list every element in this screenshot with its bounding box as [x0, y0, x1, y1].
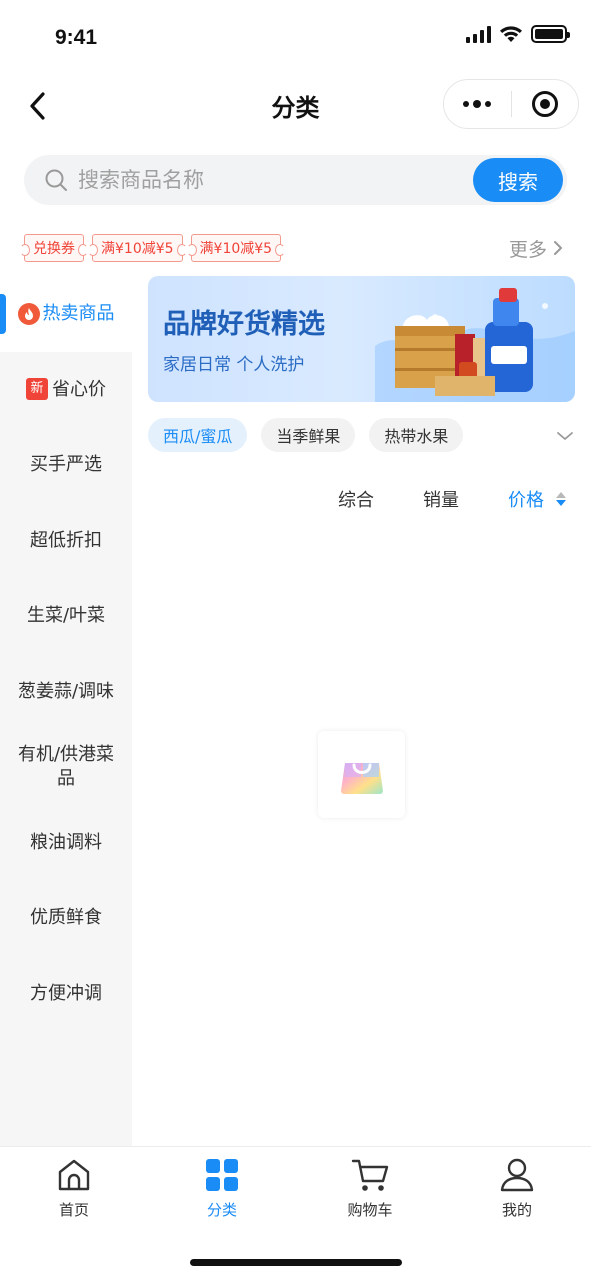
search-bar: 搜索 — [24, 155, 567, 205]
tab-category[interactable]: 分类 — [148, 1157, 296, 1220]
tab-cart[interactable]: 购物车 — [296, 1157, 444, 1220]
sidebar-item-grain-oil[interactable]: 粮油调料 — [0, 805, 132, 881]
more-coupons-link[interactable]: 更多 — [509, 234, 563, 262]
chip-watermelon[interactable]: 西瓜/蜜瓜 — [148, 418, 248, 452]
miniprogram-capsule — [443, 79, 579, 129]
chip-seasonal-fruit[interactable]: 当季鲜果 — [261, 418, 356, 452]
tab-label: 我的 — [501, 1201, 532, 1219]
expand-chips-button[interactable] — [553, 424, 577, 448]
status-time: 9:41 — [55, 26, 98, 49]
chip-tropical-fruit[interactable]: 热带水果 — [369, 418, 464, 452]
search-input[interactable] — [78, 164, 458, 196]
tab-home[interactable]: 首页 — [0, 1157, 148, 1220]
sidebar-item-label: 热卖商品 — [42, 303, 115, 325]
sidebar-item-label: 生菜/叶菜 — [26, 605, 106, 627]
sidebar-item-label: 超低折扣 — [30, 529, 102, 551]
sidebar-item-label: 有机/供港菜品 — [17, 744, 115, 789]
shopping-bag-icon — [340, 762, 383, 794]
nav-bar: 分类 — [0, 78, 591, 132]
search-button[interactable]: 搜索 — [473, 158, 563, 202]
fire-icon — [17, 302, 40, 325]
battery-icon — [531, 25, 570, 43]
tab-bar: 首页 分类 购物车 我的 — [0, 1146, 591, 1280]
sort-overall[interactable]: 综合 — [338, 486, 374, 512]
tab-label: 首页 — [58, 1201, 89, 1219]
sort-price[interactable]: 价格 — [508, 486, 566, 512]
more-label: 更多 — [508, 238, 547, 261]
sort-price-label: 价格 — [508, 490, 544, 511]
sidebar-item-leafy-greens[interactable]: 生菜/叶菜 — [0, 578, 132, 654]
sidebar-item-label: 买手严选 — [30, 454, 102, 476]
coupon-exchange[interactable]: 兑换券 — [20, 234, 88, 262]
tab-label: 分类 — [206, 1201, 237, 1219]
sidebar-item-label: 葱姜蒜/调味 — [17, 680, 115, 702]
sidebar-item-buyer-picks[interactable]: 买手严选 — [0, 427, 132, 503]
category-sidebar: 热卖商品 新 省心价 买手严选 超低折扣 生菜/叶菜 葱姜蒜/调味 有机/供港菜… — [0, 276, 132, 1146]
tab-profile[interactable]: 我的 — [443, 1157, 591, 1220]
banner-subtitle: 家居日常 个人洗护 — [163, 355, 305, 375]
promo-banner[interactable]: 品牌好货精选 家居日常 个人洗护 — [148, 276, 575, 402]
sidebar-item-label: 省心价 — [52, 378, 106, 400]
coupon-discount[interactable]: 满¥10减¥5 — [88, 234, 187, 262]
chevron-right-icon — [554, 241, 562, 255]
sidebar-item-fresh-food[interactable]: 优质鲜食 — [0, 880, 132, 956]
sort-arrows-icon — [556, 492, 566, 506]
sidebar-item-label: 优质鲜食 — [30, 907, 102, 929]
user-icon — [500, 1158, 534, 1192]
target-icon — [531, 91, 558, 117]
coupon-discount[interactable]: 满¥10减¥5 — [186, 234, 285, 262]
sidebar-item-label: 方便冲调 — [30, 982, 102, 1004]
wifi-icon — [500, 26, 522, 42]
category-icon — [206, 1159, 238, 1191]
cart-icon — [351, 1159, 389, 1191]
home-icon — [58, 1159, 90, 1191]
home-indicator — [190, 1259, 402, 1266]
sidebar-item-seasoning[interactable]: 葱姜蒜/调味 — [0, 654, 132, 730]
more-options-button[interactable] — [444, 80, 511, 128]
sort-bar: 综合 销量 价格 — [148, 480, 575, 516]
sort-sales[interactable]: 销量 — [423, 486, 459, 512]
sidebar-item-hot[interactable]: 热卖商品 — [0, 276, 132, 352]
banner-title: 品牌好货精选 — [163, 309, 325, 340]
chevron-down-icon — [557, 432, 573, 440]
coupon-row: 兑换券 满¥10减¥5 满¥10减¥5 — [20, 234, 285, 262]
status-icons — [466, 25, 570, 43]
sidebar-item-organic[interactable]: 有机/供港菜品 — [0, 729, 132, 805]
sidebar-item-label: 粮油调料 — [30, 831, 102, 853]
sidebar-item-value-price[interactable]: 新 省心价 — [0, 352, 132, 428]
banner-products-image — [375, 288, 575, 402]
search-icon — [45, 169, 67, 191]
close-miniprogram-button[interactable] — [512, 80, 579, 128]
sidebar-item-discount[interactable]: 超低折扣 — [0, 503, 132, 579]
tab-label: 购物车 — [347, 1201, 393, 1219]
new-badge: 新 — [26, 378, 48, 401]
status-bar: 9:41 — [0, 0, 591, 78]
loading-placeholder — [318, 731, 405, 818]
sidebar-item-instant-drinks[interactable]: 方便冲调 — [0, 956, 132, 1032]
subcategory-chips: 西瓜/蜜瓜 当季鲜果 热带水果 — [148, 418, 464, 452]
signal-icon — [466, 25, 491, 43]
